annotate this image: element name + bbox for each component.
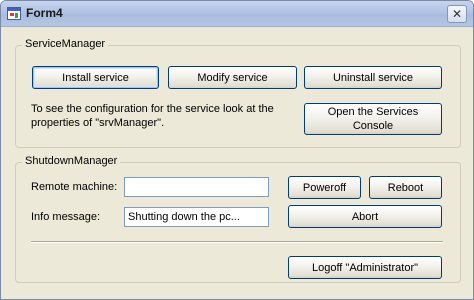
install-service-button[interactable]: Install service (32, 66, 159, 89)
poweroff-button[interactable]: Poweroff (288, 176, 361, 199)
form4-window: Form4 ✕ ServiceManager Install service M… (0, 0, 474, 300)
service-manager-legend: ServiceManager (22, 38, 109, 50)
form-icon (7, 7, 21, 20)
open-services-console-button[interactable]: Open the Services Console (304, 103, 442, 135)
title-bar[interactable]: Form4 ✕ (1, 1, 473, 27)
remote-machine-label: Remote machine: (31, 181, 118, 193)
info-message-input[interactable]: Shutting down the pc... (124, 207, 269, 227)
separator-line (31, 241, 443, 243)
shutdown-manager-group: ShutdownManager Remote machine: Poweroff… (15, 155, 461, 283)
remote-machine-input[interactable] (124, 177, 269, 197)
info-message-label: Info message: (31, 211, 101, 223)
logoff-button[interactable]: Logoff "Administrator" (288, 256, 442, 279)
abort-button[interactable]: Abort (288, 205, 442, 228)
uninstall-service-button[interactable]: Uninstall service (304, 66, 442, 89)
service-manager-group: ServiceManager Install service Modify se… (15, 38, 461, 148)
reboot-button[interactable]: Reboot (369, 176, 442, 199)
close-icon[interactable]: ✕ (447, 5, 467, 23)
modify-service-button[interactable]: Modify service (168, 66, 297, 89)
service-info-text: To see the configuration for the service… (31, 103, 274, 129)
window-title: Form4 (26, 6, 63, 20)
shutdown-manager-legend: ShutdownManager (22, 155, 121, 167)
